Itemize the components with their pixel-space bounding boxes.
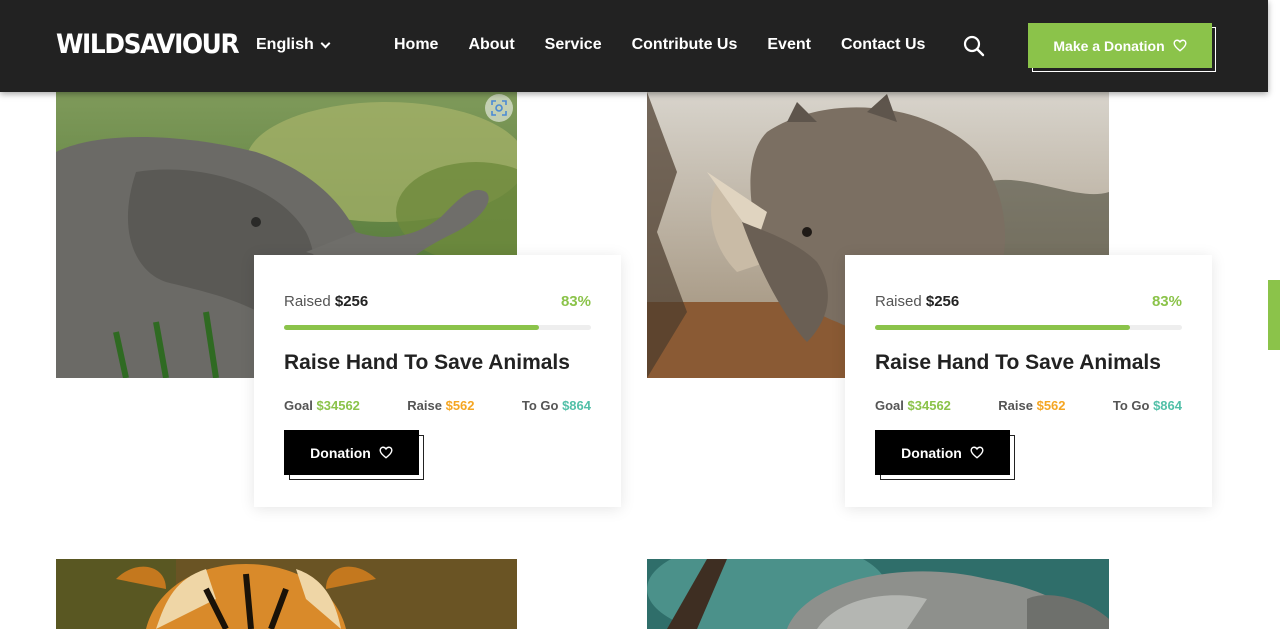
progress-percent: 83% xyxy=(1151,293,1182,310)
nav-service[interactable]: Service xyxy=(545,36,602,54)
donation-button-label: Donation xyxy=(901,444,962,461)
campaign-stats: Goal $34562 Raise $562 To Go $864 xyxy=(875,398,1182,413)
scrollbar-thumb[interactable] xyxy=(1268,280,1280,350)
goal-stat: Goal $34562 xyxy=(284,398,360,413)
heart-icon xyxy=(1173,39,1187,52)
raise-value: $562 xyxy=(445,398,475,413)
donation-button-wrap: Donation xyxy=(284,430,424,480)
campaign-title: Raise Hand To Save Animals xyxy=(875,351,1161,374)
progress-bar xyxy=(875,325,1182,330)
raise-stat: Raise $562 xyxy=(998,398,1066,413)
nav-home[interactable]: Home xyxy=(394,36,438,54)
language-selector[interactable]: English xyxy=(256,36,331,54)
heart-icon xyxy=(379,446,393,459)
to-go-stat: To Go $864 xyxy=(521,398,591,413)
nav-contribute-us[interactable]: Contribute Us xyxy=(632,36,738,54)
raised-value: $256 xyxy=(334,293,369,310)
donation-button-label: Donation xyxy=(310,444,371,461)
make-donation-wrap: Make a Donation xyxy=(1028,23,1216,72)
koala-image xyxy=(647,559,1109,629)
campaign-card: Raised $256 83% Raise Hand To Save Anima… xyxy=(845,255,1212,507)
raised-label: Raised $256 xyxy=(875,293,960,310)
raised-label: Raised $256 xyxy=(284,293,369,310)
campaign-card: Raised $256 83% Raise Hand To Save Anima… xyxy=(254,255,621,507)
campaign-stats: Goal $34562 Raise $562 To Go $864 xyxy=(284,398,591,413)
nav-contact-us[interactable]: Contact Us xyxy=(841,36,925,54)
heart-icon xyxy=(970,446,984,459)
site-header: WILDSAVIOUR English Home About Service C… xyxy=(0,0,1268,92)
progress-fill xyxy=(875,325,1130,330)
goal-value: $34562 xyxy=(316,398,360,413)
nav-about[interactable]: About xyxy=(468,36,514,54)
campaign-title: Raise Hand To Save Animals xyxy=(284,351,570,374)
site-logo[interactable]: WILDSAVIOUR xyxy=(56,29,240,60)
donation-button[interactable]: Donation xyxy=(875,430,1010,475)
search-icon[interactable] xyxy=(963,35,985,57)
to-go-value: $864 xyxy=(1153,398,1182,413)
nav-event[interactable]: Event xyxy=(767,36,811,54)
visual-search-icon[interactable] xyxy=(485,94,513,122)
to-go-stat: To Go $864 xyxy=(1112,398,1182,413)
donation-button[interactable]: Donation xyxy=(284,430,419,475)
raise-value: $562 xyxy=(1036,398,1066,413)
progress-percent: 83% xyxy=(560,293,591,310)
progress-bar xyxy=(284,325,591,330)
make-donation-label: Make a Donation xyxy=(1053,37,1165,54)
goal-stat: Goal $34562 xyxy=(875,398,951,413)
chevron-down-icon xyxy=(320,38,331,48)
raised-value: $256 xyxy=(925,293,960,310)
make-donation-button[interactable]: Make a Donation xyxy=(1028,23,1212,68)
raise-stat: Raise $562 xyxy=(407,398,475,413)
language-label: English xyxy=(256,36,314,53)
page: Raised $256 83% Raise Hand To Save Anima… xyxy=(0,0,1280,629)
tiger-image xyxy=(56,559,517,629)
to-go-value: $864 xyxy=(562,398,591,413)
main-nav: Home About Service Contribute Us Event C… xyxy=(394,36,955,54)
progress-fill xyxy=(284,325,539,330)
goal-value: $34562 xyxy=(907,398,951,413)
donation-button-wrap: Donation xyxy=(875,430,1015,480)
